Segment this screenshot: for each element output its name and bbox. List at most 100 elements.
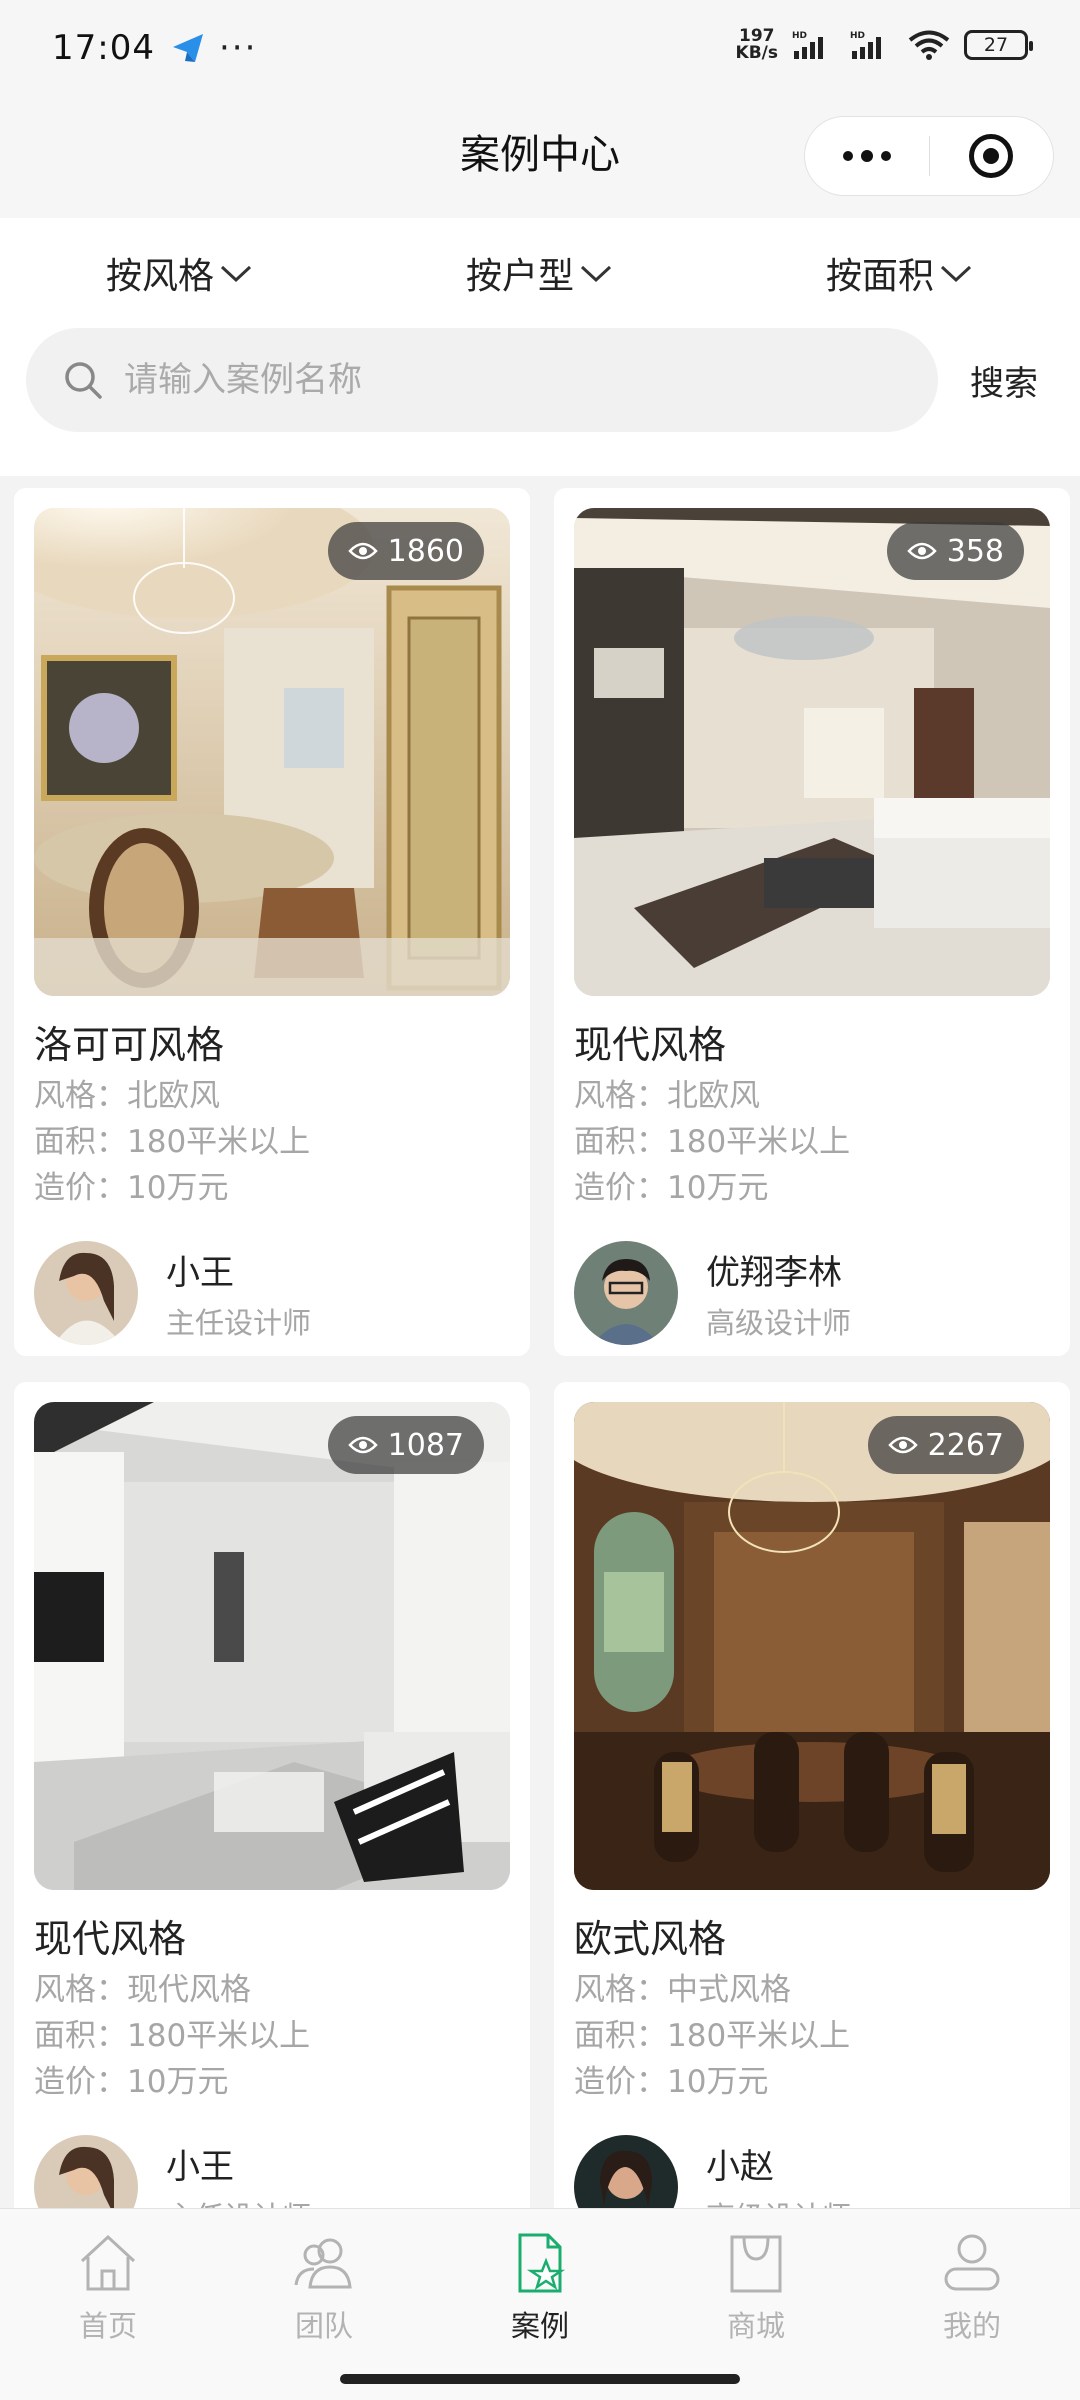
tab-profile[interactable]: 我的 [864,2209,1080,2358]
home-indicator[interactable] [340,2374,740,2384]
tab-label: 首页 [78,2309,137,2343]
eye-icon [887,1436,918,1454]
more-dot-icon [880,151,891,161]
rococo-dining-room-image [34,508,510,996]
more-dot-icon [860,150,873,162]
team-icon [294,2238,352,2289]
tab-label: 案例 [510,2309,569,2343]
designer-name: 优翔李林 [706,1252,842,1293]
case-area: 面积：180平米以上 [34,2018,311,2054]
case-card[interactable]: 1087 现代风格 风格：现代风格 面积：180平米以上 造价：10万元 小王 … [14,1382,530,2250]
designer-info[interactable]: 小王 主任设计师 [34,1241,510,1345]
tab-label: 商城 [726,2309,785,2343]
close-mini-program-button[interactable] [930,117,1054,195]
eye-icon [907,542,937,560]
case-card[interactable]: 1860 洛可可风格 风格：北欧风 面积：180平米以上 造价：10万元 小王 … [14,488,530,1356]
european-dining-room-image [574,1402,1050,1890]
view-count-badge: 358 [886,522,1024,580]
bottom-tab-bar: 首页 团队 案例 商城 我的 [0,2208,1080,2358]
view-count: 1087 [387,1427,464,1463]
filter-style-dropdown[interactable]: 按风格 [0,247,360,299]
case-cost: 造价：10万元 [574,1170,769,1206]
case-style: 风格：北欧风 [574,1078,760,1114]
battery-icon: 27 [964,30,1033,60]
eye-icon [347,542,378,560]
profile-icon [944,2234,1000,2291]
case-card[interactable]: 2267 欧式风格 风格：中式风格 面积：180平米以上 造价：10万元 小赵 … [554,1382,1070,2250]
designer-title: 主任设计师 [166,1305,312,1340]
filter-label: 按户型 [465,256,574,297]
case-style: 风格：北欧风 [34,1078,220,1114]
tab-team[interactable]: 团队 [216,2209,432,2358]
battery-level: 27 [983,34,1009,56]
case-image: 358 [574,508,1050,996]
case-icon [518,2233,566,2293]
tab-case[interactable]: 案例 [432,2209,648,2358]
tab-shop[interactable]: 商城 [648,2209,864,2358]
network-speed-unit: KB/s [735,43,778,63]
status-bar: 17:04 ··· 197 KB/s HD HD 27 [0,0,1080,96]
case-title: 现代风格 [574,1023,727,1067]
case-cost: 造价：10万元 [34,2064,229,2100]
shop-icon [730,2235,782,2293]
target-icon [969,134,1014,178]
svg-text:HD: HD [792,31,807,41]
designer-title: 高级设计师 [706,1305,852,1340]
filter-area-dropdown[interactable]: 按面积 [720,247,1080,299]
minimal-white-living-room-image [34,1402,510,1890]
view-count-badge: 1860 [327,522,484,580]
mini-program-capsule [804,116,1054,196]
nav-bar: 案例中心 [0,96,1080,218]
more-menu-button[interactable] [805,117,929,195]
network-speed: 197 KB/s [736,28,778,62]
filter-layout-dropdown[interactable]: 按户型 [360,247,720,299]
case-image: 1087 [34,1402,510,1890]
designer-name: 小王 [166,2146,234,2187]
more-dot-icon [842,151,853,161]
case-style: 风格：中式风格 [574,1972,791,2008]
case-title: 洛可可风格 [34,1023,225,1067]
signal-icon: HD [792,31,823,59]
designer-name: 小王 [166,1252,234,1293]
case-style: 风格：现代风格 [34,1972,251,2008]
filter-bar: 按风格 按户型 按面积 [0,218,1080,328]
svg-text:HD: HD [850,31,865,41]
view-count-badge: 2267 [867,1416,1024,1474]
paper-plane-icon [172,34,203,62]
avatar [574,1241,678,1345]
chevron-down-icon [220,265,252,283]
tab-home[interactable]: 首页 [0,2209,216,2358]
case-card[interactable]: 358 现代风格 风格：北欧风 面积：180平米以上 造价：10万元 优翔李林 … [554,488,1070,1356]
case-title: 现代风格 [34,1917,187,1961]
tab-label: 我的 [942,2309,1001,2343]
case-image: 2267 [574,1402,1050,1890]
signal-icon-2: HD [850,31,881,59]
status-more-dots: ··· [218,28,258,68]
search-icon [65,362,102,399]
case-image: 1860 [34,508,510,996]
search-button[interactable]: 搜索 [970,356,1038,405]
case-grid: 1860 洛可可风格 风格：北欧风 面积：180平米以上 造价：10万元 小王 … [14,488,1070,2250]
chevron-down-icon [580,265,612,283]
search-input[interactable] [124,360,884,400]
designer-info[interactable]: 优翔李林 高级设计师 [574,1241,1050,1345]
avatar [34,1241,138,1345]
view-count: 2267 [927,1427,1004,1463]
wifi-icon [908,30,950,60]
status-indicators: 197 KB/s HD HD 27 [736,28,1033,62]
designer-name: 小赵 [706,2146,774,2187]
case-area: 面积：180平米以上 [574,2018,851,2054]
case-area: 面积：180平米以上 [574,1124,851,1160]
case-cost: 造价：10万元 [574,2064,769,2100]
case-cost: 造价：10万元 [34,1170,229,1206]
view-count: 358 [946,533,1004,569]
search-row: 搜索 [0,328,1080,432]
view-count: 1860 [387,533,464,569]
filter-label: 按风格 [105,256,214,297]
case-area: 面积：180平米以上 [34,1124,311,1160]
home-icon [80,2234,136,2291]
modern-living-room-image [574,508,1050,996]
chevron-down-icon [940,265,972,283]
filter-area: 按风格 按户型 按面积 搜索 [0,218,1080,476]
status-time: 17:04 [52,28,155,68]
